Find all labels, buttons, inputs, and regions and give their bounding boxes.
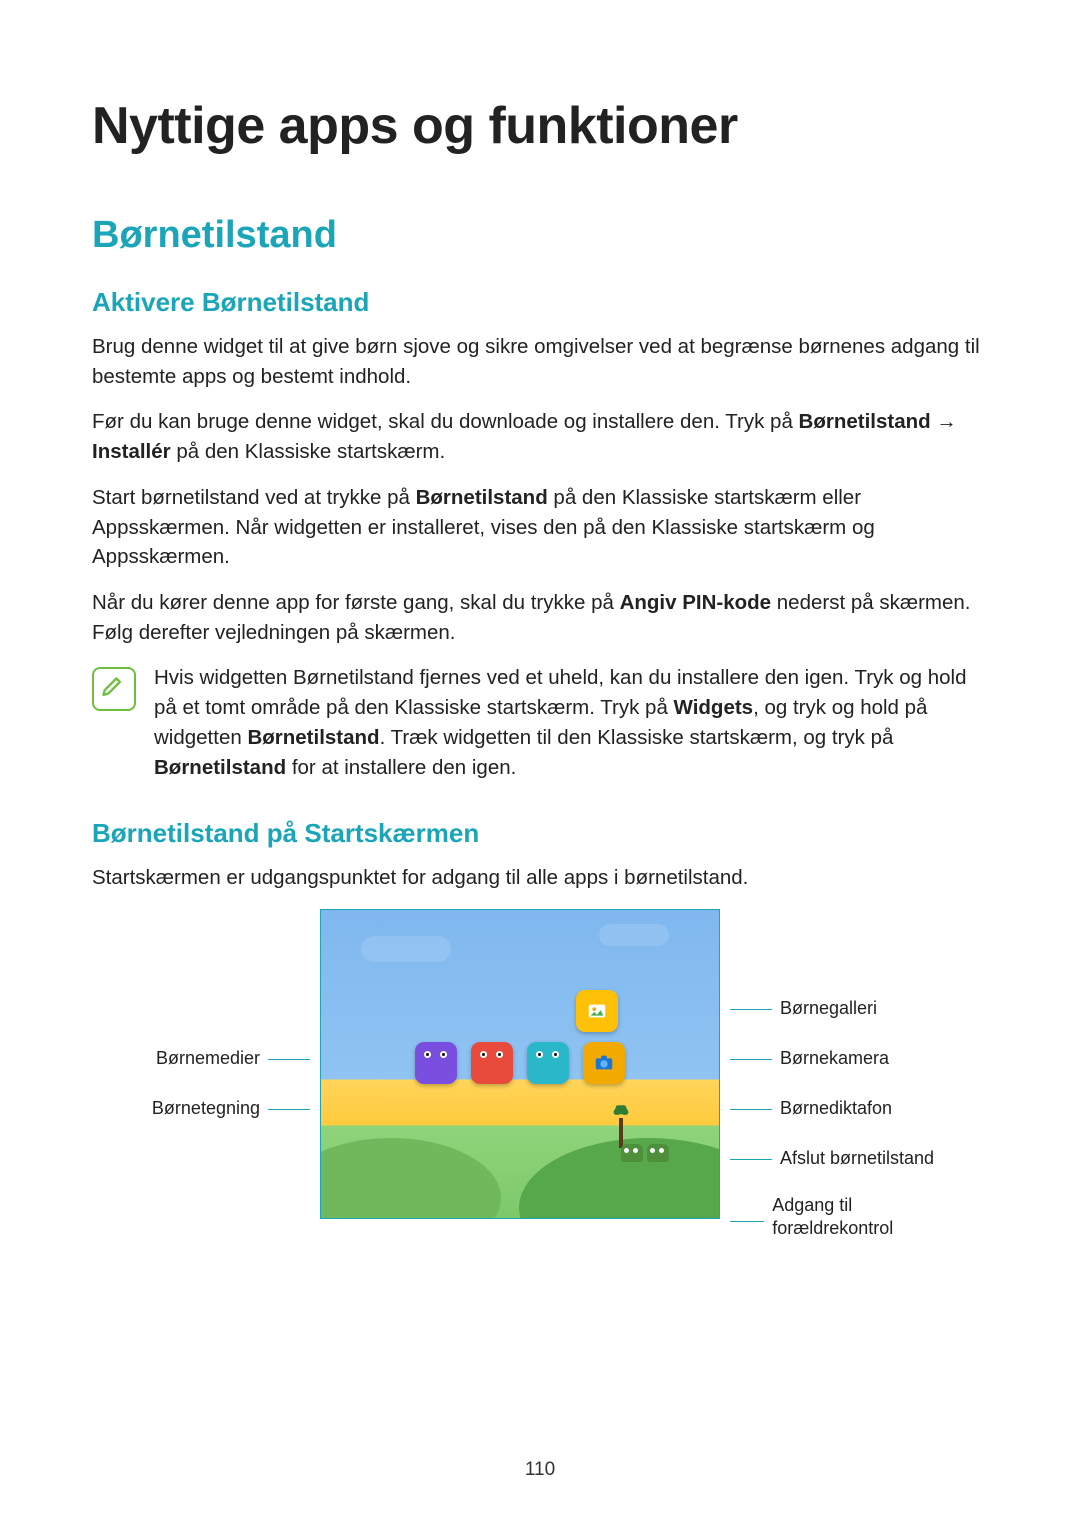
kids-app-row xyxy=(415,1042,625,1084)
labels-left: Børnemedier Børnetegning xyxy=(140,909,320,1134)
subsection-heading-aktivere: Aktivere Børnetilstand xyxy=(92,287,988,318)
gallery-icon xyxy=(586,1000,608,1022)
hill-shape xyxy=(320,1138,501,1219)
text: . Træk widgetten til den Klassiske start… xyxy=(380,726,894,749)
hill-shape xyxy=(519,1138,720,1219)
label-bornediktafon: Børnediktafon xyxy=(780,1097,892,1120)
label-bornekamera: Børnekamera xyxy=(780,1047,889,1070)
leader-line xyxy=(730,1009,772,1010)
text-bold: Widgets xyxy=(674,696,754,719)
paragraph-startscreen: Startskærmen er udgangspunktet for adgan… xyxy=(92,863,988,893)
cloud-icon xyxy=(361,936,451,962)
labels-right: Børnegalleri Børnekamera Børnediktafon A… xyxy=(720,909,940,1241)
text-bold: Børnetilstand xyxy=(799,410,931,433)
leader-line xyxy=(730,1059,772,1060)
palm-tree-icon xyxy=(613,1106,629,1148)
exit-characters xyxy=(621,1144,669,1162)
page-title: Nyttige apps og funktioner xyxy=(92,96,988,156)
text: for at installere den igen. xyxy=(286,756,516,779)
label-bornegalleri: Børnegalleri xyxy=(780,997,877,1020)
label-foraeldrekontrol: Adgang til forældrekontrol xyxy=(772,1194,940,1241)
kids-gallery-icon xyxy=(576,990,618,1032)
paragraph-pin: Når du kører denne app for første gang, … xyxy=(92,588,988,647)
gator-icon xyxy=(621,1144,643,1162)
text: Når du kører denne app for første gang, … xyxy=(92,591,620,614)
leader-line xyxy=(730,1221,764,1222)
pencil-note-icon xyxy=(100,675,128,703)
kids-recorder-icon xyxy=(527,1042,569,1084)
kids-camera-icon xyxy=(583,1042,625,1084)
leader-line xyxy=(268,1109,310,1110)
text-bold: Børnetilstand xyxy=(154,756,286,779)
figure: Børnemedier Børnetegning xyxy=(92,909,988,1241)
leader-line xyxy=(268,1059,310,1060)
text: på den Klassiske startskærm. xyxy=(171,440,446,463)
section-heading-bornetilstand: Børnetilstand xyxy=(92,214,988,257)
text: → xyxy=(931,410,957,433)
subsection-heading-startskaerm: Børnetilstand på Startskærmen xyxy=(92,818,988,849)
text-bold: Angiv PIN-kode xyxy=(620,591,772,614)
text: Før du kan bruge denne widget, skal du d… xyxy=(92,410,799,433)
kids-media-icon xyxy=(415,1042,457,1084)
kids-home-scene xyxy=(320,909,720,1219)
note-icon xyxy=(92,667,136,711)
note-block: Hvis widgetten Børnetilstand fjernes ved… xyxy=(92,663,988,782)
leader-line xyxy=(730,1109,772,1110)
paragraph-intro: Brug denne widget til at give børn sjove… xyxy=(92,332,988,391)
paragraph-install: Før du kan bruge denne widget, skal du d… xyxy=(92,407,988,466)
kids-drawing-icon xyxy=(471,1042,513,1084)
page-number: 110 xyxy=(0,1459,1080,1481)
text-bold: Børnetilstand xyxy=(247,726,379,749)
cloud-icon xyxy=(599,924,669,946)
text-bold: Børnetilstand xyxy=(416,486,548,509)
label-bornetegning: Børnetegning xyxy=(152,1097,260,1120)
leader-line xyxy=(730,1159,772,1160)
paragraph-start: Start børnetilstand ved at trykke på Bør… xyxy=(92,483,988,572)
label-bornemedier: Børnemedier xyxy=(156,1047,260,1070)
note-text: Hvis widgetten Børnetilstand fjernes ved… xyxy=(154,663,988,782)
text: Start børnetilstand ved at trykke på xyxy=(92,486,416,509)
label-afslut: Afslut børnetilstand xyxy=(780,1147,934,1170)
text-bold: Installér xyxy=(92,440,171,463)
gator-icon xyxy=(647,1144,669,1162)
camera-icon xyxy=(593,1052,615,1074)
